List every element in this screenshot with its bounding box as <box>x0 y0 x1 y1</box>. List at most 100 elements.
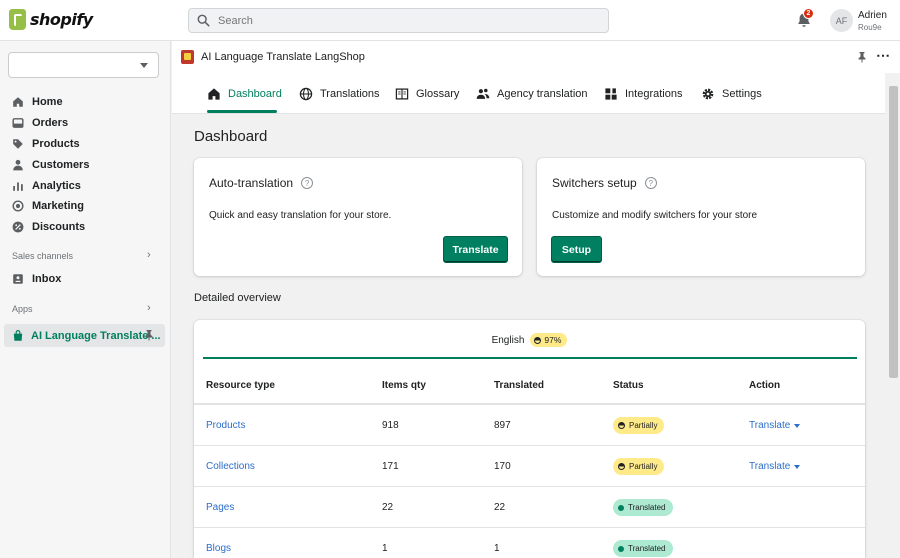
sidebar-item-customers[interactable]: Customers <box>12 156 89 174</box>
globe-icon <box>299 87 313 101</box>
switchers-setup-description: Customize and modify switchers for your … <box>552 210 758 221</box>
sidebar-item-langshop-app[interactable]: AI Language Translate ... <box>4 324 165 347</box>
gear-icon <box>702 88 714 100</box>
app-header: AI Language Translate LangShop ⋯ <box>172 41 900 73</box>
filled-circle-icon <box>618 504 624 511</box>
sidebar-item-discounts[interactable]: Discounts <box>12 218 85 236</box>
translated-count: 170 <box>494 461 511 472</box>
card-title: Auto-translation ? <box>209 176 314 190</box>
sidebar-item-marketing[interactable]: Marketing <box>12 197 84 215</box>
help-icon[interactable]: ? <box>301 177 314 189</box>
search-bar[interactable] <box>188 8 609 33</box>
card-title: Switchers setup ? <box>552 176 657 190</box>
sidebar-item-products[interactable]: Products <box>12 135 80 153</box>
action-label: Translate <box>749 461 791 472</box>
app-item-label: AI Language Translate ... <box>31 329 161 342</box>
translated-count: 897 <box>494 420 511 431</box>
logo-text: shopify <box>30 10 93 29</box>
tab-agency-translation[interactable]: Agency translation <box>476 85 588 103</box>
app-tabs: Dashboard Translations Glossary Agency t… <box>172 73 885 114</box>
orders-icon <box>12 118 24 128</box>
language-tab[interactable]: English 97% <box>194 333 865 347</box>
search-icon <box>197 14 210 27</box>
resource-type-link[interactable]: Pages <box>206 502 234 513</box>
search-input[interactable] <box>218 14 598 27</box>
tab-label: Glossary <box>416 88 460 100</box>
tab-label: Integrations <box>625 88 683 100</box>
pin-icon[interactable] <box>144 329 154 341</box>
book-icon <box>395 88 409 100</box>
tab-dashboard[interactable]: Dashboard <box>207 85 282 103</box>
items-qty: 22 <box>382 502 394 513</box>
action-label: Translate <box>749 420 791 431</box>
translate-dropdown[interactable]: Translate <box>749 461 801 472</box>
resource-type-link[interactable]: Blogs <box>206 543 231 554</box>
caret-down-icon <box>140 63 148 68</box>
sidebar-item-inbox[interactable]: Inbox <box>12 270 61 288</box>
pin-icon[interactable] <box>857 51 867 63</box>
chevron-right-icon[interactable]: › <box>147 302 151 314</box>
sidebar-item-orders[interactable]: Orders <box>12 114 68 132</box>
sidebar-item-label: Discounts <box>32 221 86 233</box>
home-icon <box>13 97 23 107</box>
home-icon <box>208 88 220 100</box>
half-circle-icon <box>534 336 542 344</box>
store-selector[interactable] <box>8 52 159 78</box>
sidebar-item-label: Products <box>32 138 80 150</box>
resource-type-link[interactable]: Products <box>206 420 245 431</box>
column-header-status: Status <box>613 380 644 391</box>
auto-translation-description: Quick and easy translation for your stor… <box>209 210 392 221</box>
user-name[interactable]: Adrien <box>858 10 887 21</box>
status-badge: Partially <box>613 458 665 475</box>
translate-dropdown[interactable]: Translate <box>749 420 801 431</box>
page-title: Dashboard <box>194 128 268 145</box>
apps-icon <box>605 88 617 100</box>
half-circle-icon <box>618 463 625 470</box>
items-qty: 171 <box>382 461 399 472</box>
target-icon <box>12 200 24 212</box>
table-row: Pages 22 22 Translated <box>194 487 865 528</box>
help-icon[interactable]: ? <box>644 177 657 189</box>
sidebar-item-analytics[interactable]: Analytics <box>12 177 81 195</box>
overview-table-card: English 97% Resource type Items qty Tran… <box>194 320 865 558</box>
progress-percent: 97% <box>544 335 562 345</box>
column-header-translated: Translated <box>494 380 545 391</box>
tab-label: Agency translation <box>497 88 588 100</box>
tab-settings[interactable]: Settings <box>701 85 762 103</box>
filled-circle-icon <box>618 545 624 552</box>
column-header-resource-type: Resource type <box>206 380 275 391</box>
caret-down-icon <box>794 423 801 428</box>
shopify-bag-icon <box>9 9 26 30</box>
people-icon <box>476 88 490 99</box>
half-circle-icon <box>618 422 625 429</box>
shopify-logo[interactable]: shopify <box>9 9 93 30</box>
more-actions-icon[interactable]: ⋯ <box>876 47 891 64</box>
status-label: Translated <box>628 544 666 553</box>
avatar[interactable]: AF <box>830 9 853 32</box>
bar-chart-icon <box>13 182 23 191</box>
tab-label: Translations <box>320 88 380 100</box>
sidebar-item-home[interactable]: Home <box>12 93 63 111</box>
auto-translation-title: Auto-translation <box>209 176 294 190</box>
tab-label: Settings <box>722 88 762 100</box>
setup-button[interactable]: Setup <box>551 236 602 263</box>
tab-translations[interactable]: Translations <box>299 85 380 103</box>
status-badge: Partially <box>613 417 665 434</box>
language-name: English <box>491 334 525 346</box>
translate-button[interactable]: Translate <box>443 236 508 263</box>
tab-integrations[interactable]: Integrations <box>604 85 682 103</box>
user-store: Rou9e <box>858 23 882 32</box>
sidebar-item-label: Analytics <box>32 180 81 192</box>
sidebar-item-label: Orders <box>32 117 69 129</box>
chevron-right-icon[interactable]: › <box>147 249 151 261</box>
column-header-items-qty: Items qty <box>382 380 426 391</box>
overview-title: Detailed overview <box>194 292 281 304</box>
tag-icon <box>13 139 23 149</box>
tab-glossary[interactable]: Glossary <box>395 85 459 103</box>
sidebar-item-label: Home <box>32 96 63 108</box>
status-label: Partially <box>629 462 658 471</box>
progress-badge: 97% <box>530 333 568 347</box>
switchers-setup-card: Switchers setup ? Customize and modify s… <box>537 158 865 276</box>
scrollbar-thumb[interactable] <box>889 86 898 378</box>
resource-type-link[interactable]: Collections <box>206 461 255 472</box>
